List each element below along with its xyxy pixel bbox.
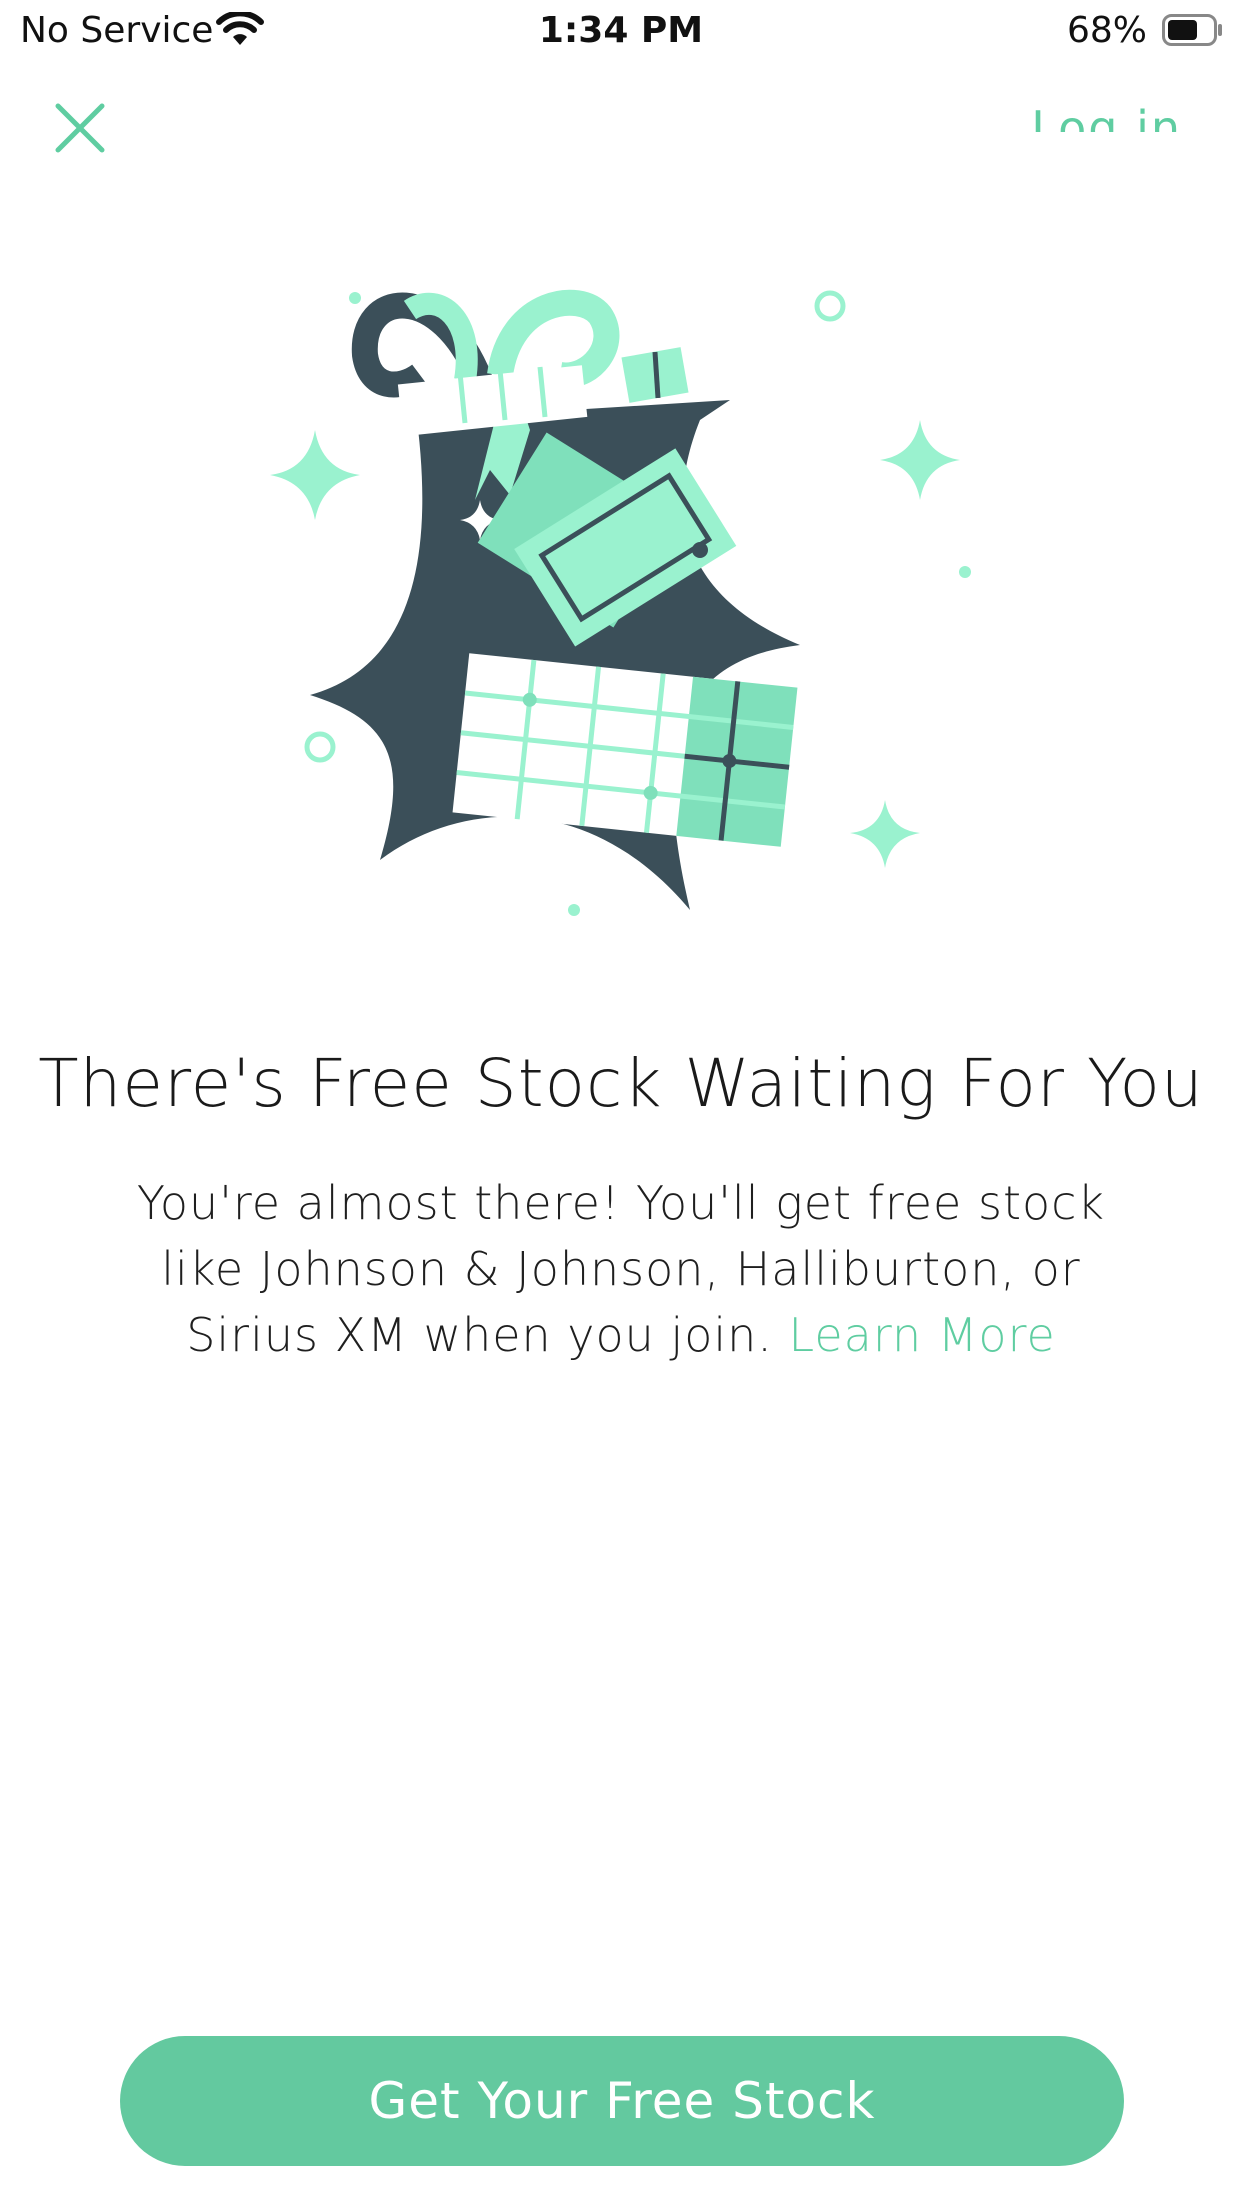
close-button[interactable] bbox=[52, 100, 108, 156]
page-title: There's Free Stock Waiting For You bbox=[38, 1045, 1204, 1122]
bow-loop bbox=[487, 289, 620, 389]
clock-time: 1:34 PM bbox=[538, 10, 704, 51]
close-icon bbox=[55, 103, 105, 153]
dot-decoration bbox=[959, 566, 971, 578]
get-free-stock-button[interactable]: Get Your Free Stock bbox=[120, 2036, 1124, 2166]
sparkle-decoration bbox=[850, 800, 920, 868]
gift-box bbox=[452, 653, 798, 847]
gift-illustration bbox=[260, 270, 980, 930]
battery-percent: 68% bbox=[1066, 10, 1147, 51]
dot-decoration bbox=[568, 904, 580, 916]
learn-more-link[interactable]: Learn More bbox=[789, 1308, 1056, 1362]
bow-loop bbox=[403, 293, 478, 382]
ring-decoration bbox=[304, 731, 336, 763]
dot-decoration bbox=[349, 292, 361, 304]
sparkle-decoration bbox=[270, 430, 360, 520]
battery-icon bbox=[1162, 14, 1224, 46]
sparkle-decoration bbox=[880, 420, 960, 500]
page-description: You're almost there! You'll get free sto… bbox=[100, 1170, 1142, 1368]
login-link[interactable]: Log in bbox=[1031, 96, 1182, 132]
ring-decoration bbox=[814, 290, 846, 322]
status-bar: No Service 1:34 PM 68% bbox=[0, 0, 1242, 64]
